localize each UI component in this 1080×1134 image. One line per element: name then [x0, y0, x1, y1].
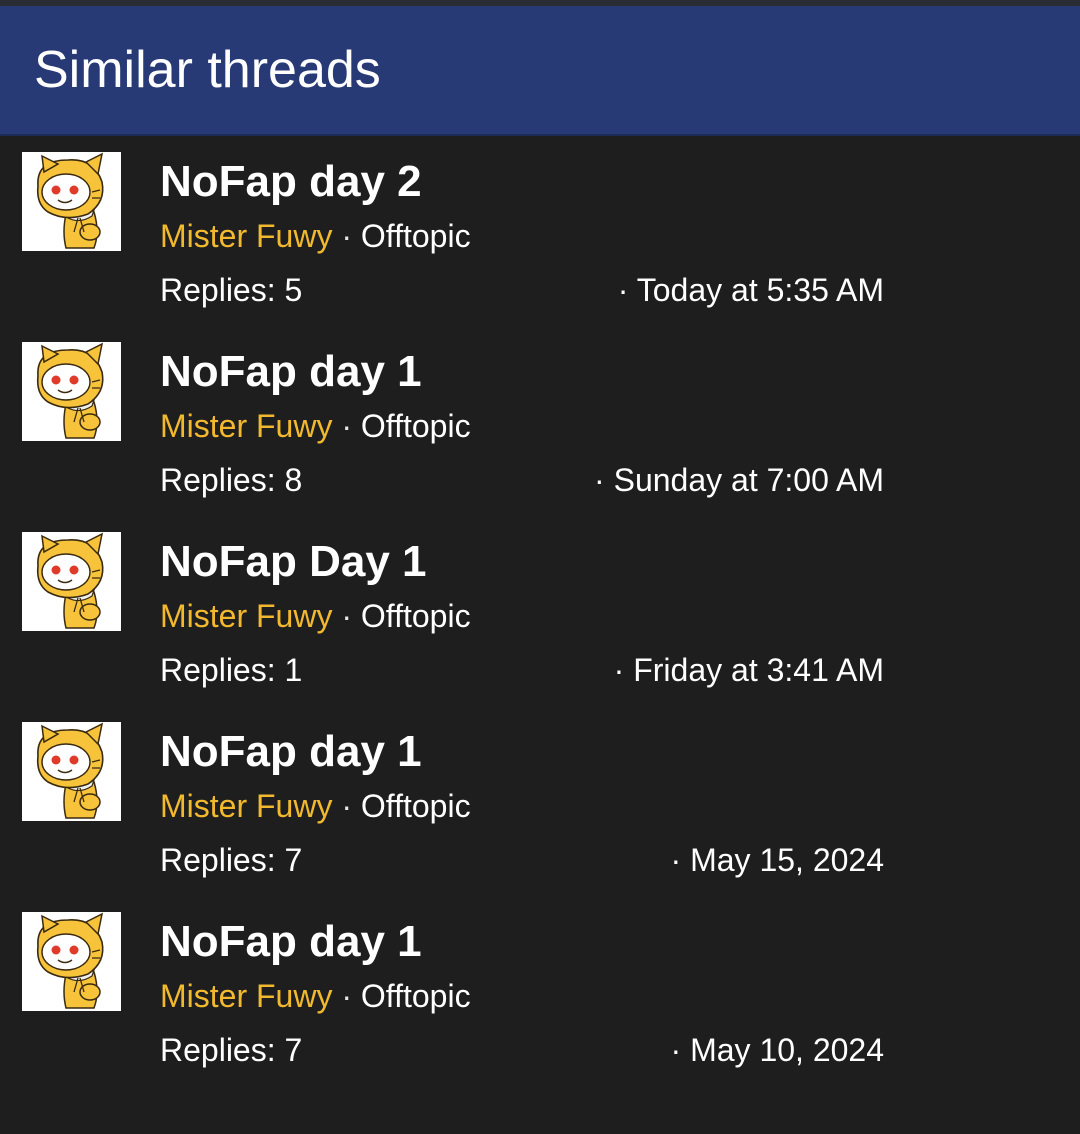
section-title: Similar threads: [34, 41, 381, 99]
shiba-snoo-avatar-icon[interactable]: [22, 532, 121, 631]
thread-date-link[interactable]: · May 10, 2024: [671, 1030, 884, 1070]
shiba-snoo-avatar-icon[interactable]: [22, 342, 121, 441]
similar-threads-header: Similar threads: [0, 6, 1080, 136]
thread-meta: Mister Fuwy · Offtopic: [160, 976, 471, 1016]
thread-meta: Mister Fuwy · Offtopic: [160, 406, 471, 446]
thread-author-link[interactable]: Mister Fuwy: [160, 598, 332, 634]
thread-date-link[interactable]: · Sunday at 7:00 AM: [594, 460, 884, 500]
thread-meta: Mister Fuwy · Offtopic: [160, 596, 471, 636]
thread-date-link[interactable]: · May 15, 2024: [671, 840, 884, 880]
thread-replies-count: Replies: 5: [160, 272, 303, 308]
meta-separator: ·: [332, 788, 361, 824]
thread-forum-link[interactable]: Offtopic: [361, 408, 471, 444]
thread-item[interactable]: NoFap Day 1 Mister Fuwy · Offtopic Repli…: [0, 516, 1080, 706]
thread-author-link[interactable]: Mister Fuwy: [160, 218, 332, 254]
thread-author-link[interactable]: Mister Fuwy: [160, 408, 332, 444]
shiba-snoo-avatar-icon[interactable]: [22, 152, 121, 251]
shiba-snoo-avatar-icon[interactable]: [22, 722, 121, 821]
thread-author-link[interactable]: Mister Fuwy: [160, 788, 332, 824]
thread-replies-count: Replies: 1: [160, 652, 303, 688]
thread-forum-link[interactable]: Offtopic: [361, 978, 471, 1014]
thread-item[interactable]: NoFap day 1 Mister Fuwy · Offtopic Repli…: [0, 706, 1080, 896]
thread-title-link[interactable]: NoFap day 2: [160, 156, 422, 208]
thread-replies-count: Replies: 8: [160, 462, 303, 498]
thread-author-link[interactable]: Mister Fuwy: [160, 978, 332, 1014]
thread-item[interactable]: NoFap day 1 Mister Fuwy · Offtopic Repli…: [0, 896, 1080, 1086]
meta-separator: ·: [332, 408, 361, 444]
thread-item[interactable]: NoFap day 2 Mister Fuwy · Offtopic Repli…: [0, 136, 1080, 326]
meta-separator: ·: [332, 218, 361, 254]
thread-forum-link[interactable]: Offtopic: [361, 788, 471, 824]
thread-meta: Mister Fuwy · Offtopic: [160, 216, 471, 256]
thread-forum-link[interactable]: Offtopic: [361, 598, 471, 634]
thread-date-link[interactable]: · Today at 5:35 AM: [618, 270, 884, 310]
thread-title-link[interactable]: NoFap day 1: [160, 346, 422, 398]
thread-replies-count: Replies: 7: [160, 842, 303, 878]
thread-title-link[interactable]: NoFap day 1: [160, 916, 422, 968]
thread-title-link[interactable]: NoFap Day 1: [160, 536, 427, 588]
thread-meta: Mister Fuwy · Offtopic: [160, 786, 471, 826]
meta-separator: ·: [332, 598, 361, 634]
thread-forum-link[interactable]: Offtopic: [361, 218, 471, 254]
thread-date-link[interactable]: · Friday at 3:41 AM: [614, 650, 884, 690]
thread-replies-count: Replies: 7: [160, 1032, 303, 1068]
shiba-snoo-avatar-icon[interactable]: [22, 912, 121, 1011]
meta-separator: ·: [332, 978, 361, 1014]
thread-list: NoFap day 2 Mister Fuwy · Offtopic Repli…: [0, 136, 1080, 1086]
thread-item[interactable]: NoFap day 1 Mister Fuwy · Offtopic Repli…: [0, 326, 1080, 516]
thread-title-link[interactable]: NoFap day 1: [160, 726, 422, 778]
